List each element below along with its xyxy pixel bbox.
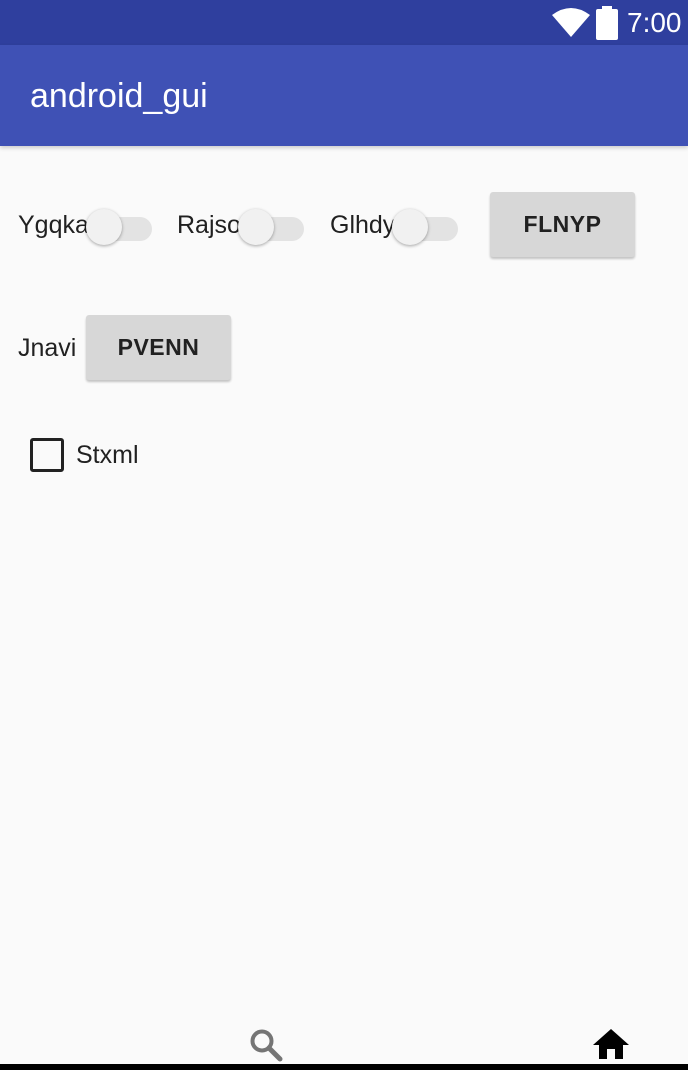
switch-thumb (86, 209, 122, 245)
pvenn-button[interactable]: PVENN (86, 315, 231, 380)
app-title: android_gui (30, 77, 208, 115)
app-bar: android_gui (0, 45, 688, 146)
stxml-checkbox[interactable] (30, 438, 64, 472)
status-bar: 7:00 (0, 0, 688, 45)
wifi-icon (552, 8, 590, 37)
bottom-edge (0, 1064, 688, 1070)
flnyp-button[interactable]: FLNYP (490, 192, 635, 257)
switch-label-ygqka: Ygqka (18, 211, 89, 239)
stxml-checkbox-label[interactable]: Stxml (76, 440, 139, 470)
toggle-switch-ygqka[interactable] (86, 205, 154, 245)
battery-icon (596, 6, 618, 40)
switch-thumb (238, 209, 274, 245)
switch-label-rajso: Rajso (177, 211, 241, 239)
toggle-switch-rajso[interactable] (238, 205, 306, 245)
status-time: 7:00 (627, 7, 682, 38)
bottom-nav (0, 1020, 688, 1070)
home-icon[interactable] (592, 1027, 630, 1061)
jnavi-label: Jnavi (18, 334, 77, 362)
switch-label-glhdy: Glhdy (330, 211, 396, 239)
switch-thumb (392, 209, 428, 245)
toggle-switch-glhdy[interactable] (392, 205, 460, 245)
search-icon[interactable] (248, 1027, 284, 1063)
